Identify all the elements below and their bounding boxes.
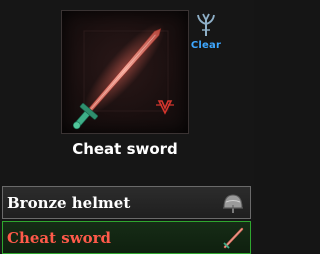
list-item-bronze-helmet[interactable]: Bronze helmet [2, 186, 251, 219]
list-item-label: Cheat sword [7, 229, 112, 247]
preview-item-name: Cheat sword [72, 140, 178, 158]
item-list: Bronze helmet Cheat sword [0, 184, 254, 254]
trident-icon [197, 13, 215, 36]
item-selector-panel: Clear Cheat sword Bronze helmet Cheat sw… [0, 0, 254, 254]
sword-icon [223, 227, 244, 249]
item-preview-frame [61, 10, 189, 134]
sword-preview-image [72, 22, 174, 130]
helmet-icon [223, 194, 243, 213]
clear-button-label: Clear [190, 40, 222, 51]
list-item-label: Bronze helmet [7, 194, 131, 212]
list-item-cheat-sword[interactable]: Cheat sword [2, 221, 251, 254]
clear-button[interactable]: Clear [190, 10, 222, 54]
